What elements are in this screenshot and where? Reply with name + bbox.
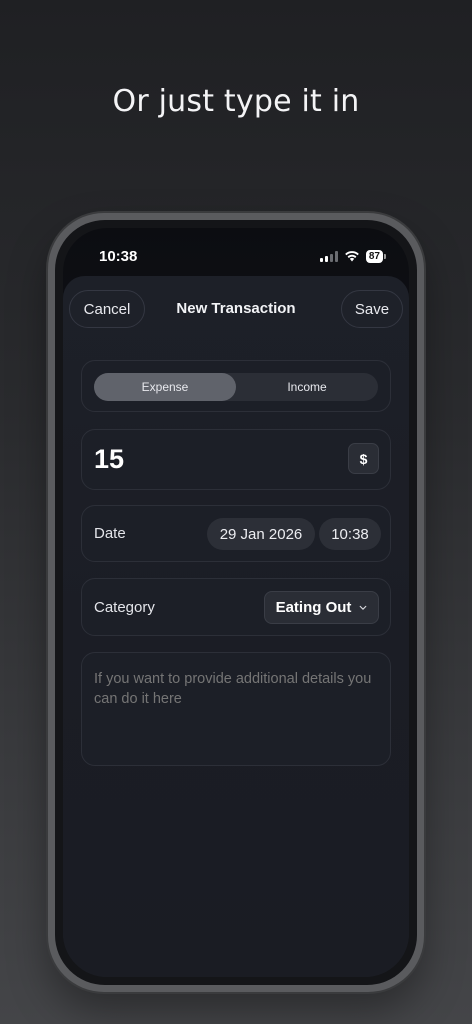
transaction-type-card: Expense Income (81, 360, 391, 412)
time-picker[interactable]: 10:38 (319, 518, 381, 550)
date-row: Date 29 Jan 2026 10:38 (81, 505, 391, 562)
save-button[interactable]: Save (341, 290, 403, 328)
phone-frame: 10:38 87 Cancel New Transaction Save Exp… (48, 213, 424, 992)
amount-card: 15 $ (81, 429, 391, 490)
phone-bezel: 10:38 87 Cancel New Transaction Save Exp… (55, 220, 417, 985)
battery-icon: 87 (365, 249, 387, 263)
status-bar: 10:38 87 (63, 228, 409, 274)
status-time: 10:38 (99, 247, 138, 265)
segment-income[interactable]: Income (236, 373, 378, 401)
date-picker[interactable]: 29 Jan 2026 (207, 518, 315, 550)
transaction-type-toggle: Expense Income (94, 373, 378, 401)
wifi-icon (345, 251, 359, 262)
date-label: Date (94, 525, 126, 542)
chevron-down-icon (360, 605, 367, 610)
sheet-nav-bar: Cancel New Transaction Save (63, 290, 409, 332)
category-row: Category Eating Out (81, 578, 391, 636)
cellular-signal-icon (319, 250, 338, 262)
new-transaction-sheet: Cancel New Transaction Save Expense Inco… (63, 276, 409, 977)
category-value: Eating Out (275, 599, 352, 616)
currency-button[interactable]: $ (348, 443, 379, 474)
segment-expense[interactable]: Expense (94, 373, 236, 401)
notes-card (81, 652, 391, 766)
category-select[interactable]: Eating Out (264, 591, 379, 624)
notes-field[interactable] (94, 669, 378, 749)
promo-headline: Or just type it in (112, 84, 360, 119)
phone-screen: 10:38 87 Cancel New Transaction Save Exp… (63, 228, 409, 977)
amount-input[interactable]: 15 (94, 444, 124, 475)
status-icons: 87 (319, 249, 387, 263)
category-label: Category (94, 599, 155, 616)
